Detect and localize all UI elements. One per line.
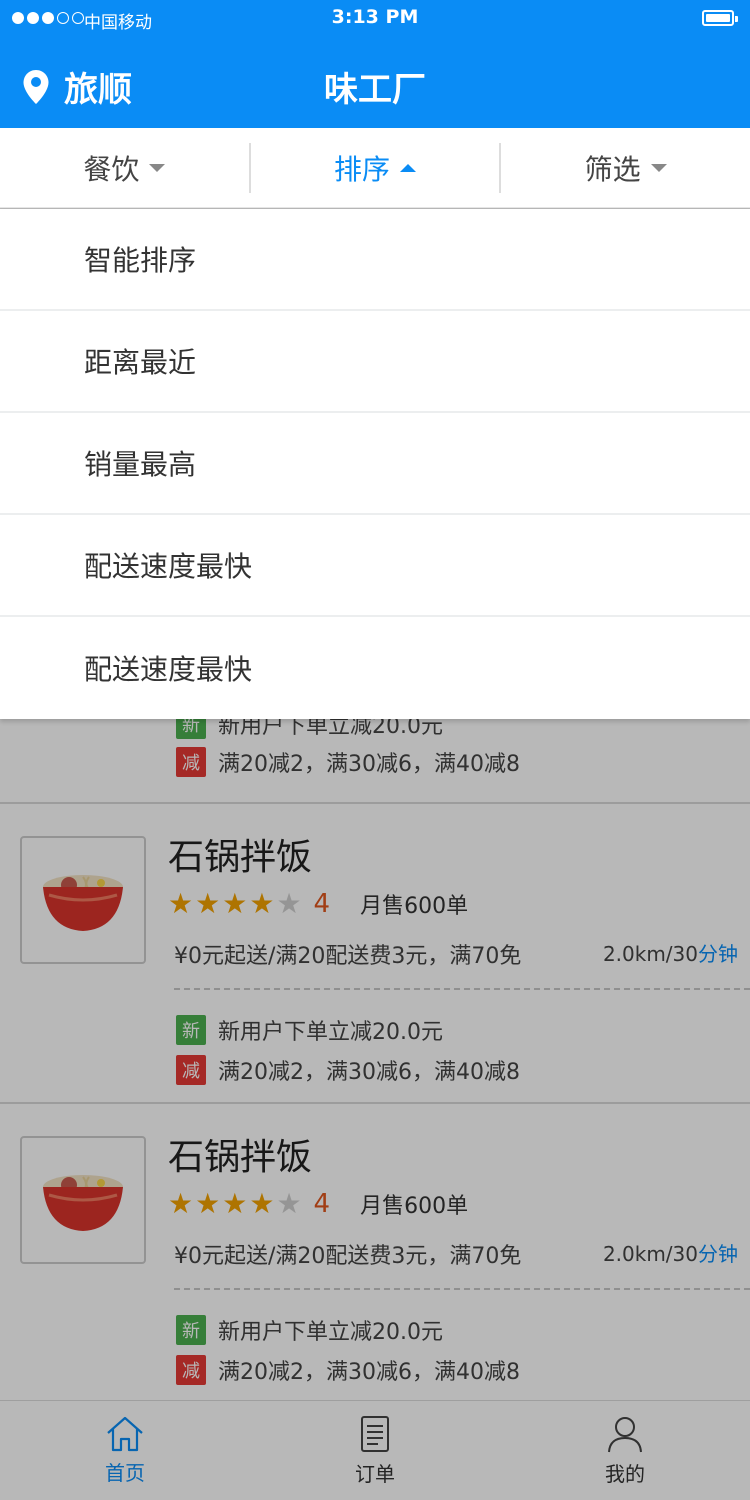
chevron-down-icon xyxy=(650,163,667,172)
filter-screen-label: 筛选 xyxy=(584,152,641,186)
status-bar: 中国移动 3:13 PM xyxy=(0,0,750,38)
sort-option-fastest-delivery[interactable]: 配送速度最快 xyxy=(0,515,750,617)
sort-option-fastest-delivery-2[interactable]: 配送速度最快 xyxy=(0,617,750,719)
sort-option-smart[interactable]: 智能排序 xyxy=(0,209,750,311)
filter-sort[interactable]: 排序 xyxy=(251,148,500,188)
filter-category[interactable]: 餐饮 xyxy=(0,148,249,188)
chevron-down-icon xyxy=(149,163,166,172)
sort-option-best-selling[interactable]: 销量最高 xyxy=(0,413,750,515)
status-time: 3:13 PM xyxy=(331,6,419,28)
filter-category-label: 餐饮 xyxy=(83,152,140,186)
filter-screen[interactable]: 筛选 xyxy=(501,148,750,188)
page-title: 味工厂 xyxy=(324,70,426,110)
header: 中国移动 3:13 PM 旅顺 味工厂 xyxy=(0,0,750,128)
battery-icon xyxy=(702,10,738,26)
sort-option-nearest[interactable]: 距离最近 xyxy=(0,311,750,413)
filter-bar: 餐饮 排序 筛选 xyxy=(0,128,750,208)
chevron-up-icon xyxy=(400,163,417,172)
sort-dropdown: 智能排序 距离最近 销量最高 配送速度最快 配送速度最快 xyxy=(0,209,750,719)
filter-sort-label: 排序 xyxy=(334,152,391,186)
